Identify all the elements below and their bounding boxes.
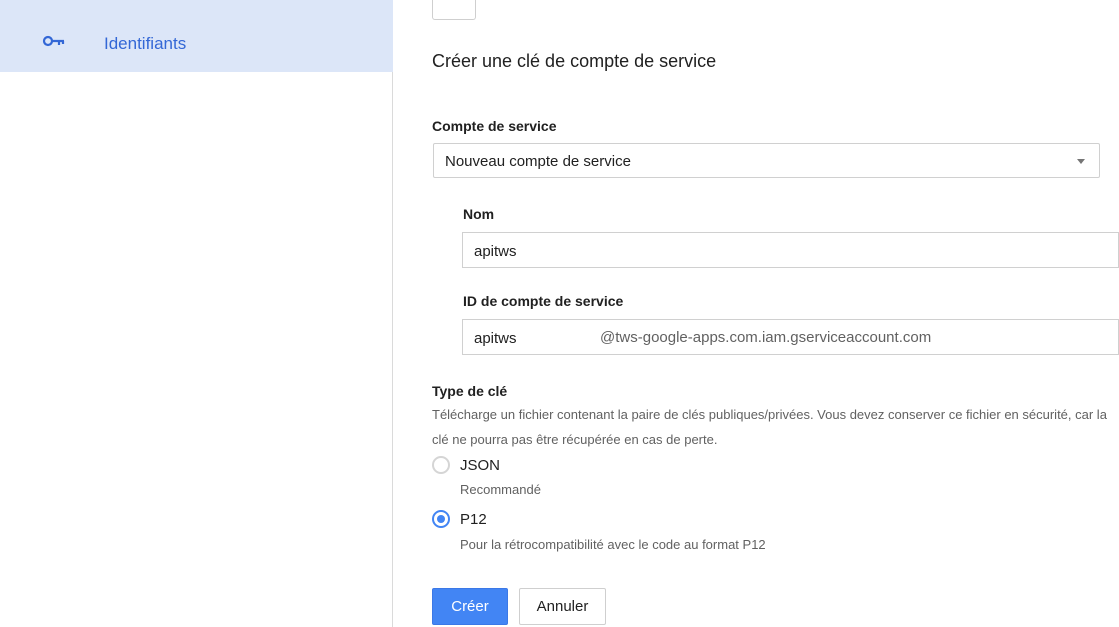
page-title: Créer une clé de compte de service — [432, 51, 717, 71]
name-input[interactable]: apitws — [462, 232, 1119, 268]
radio-p12-label: P12 — [460, 510, 487, 528]
service-account-id-value: apitws — [474, 330, 517, 347]
sidebar: Identifiants — [0, 0, 393, 627]
radio-json-button[interactable] — [432, 456, 450, 474]
top-control[interactable] — [432, 0, 476, 20]
service-account-value: Nouveau compte de service — [445, 153, 631, 170]
key-icon — [42, 34, 70, 47]
service-account-select[interactable]: Nouveau compte de service — [433, 143, 1100, 178]
dropdown-arrow-icon — [1077, 159, 1085, 164]
service-account-id-label: ID de compte de service — [463, 293, 624, 309]
create-button[interactable]: Créer — [432, 588, 508, 625]
radio-p12-sublabel: Pour la rétrocompatibilité avec le code … — [460, 537, 766, 552]
radio-json-sublabel: Recommandé — [460, 482, 541, 497]
sidebar-item-identifiants[interactable]: Identifiants — [0, 0, 393, 72]
radio-p12-button[interactable] — [432, 510, 450, 528]
cancel-button[interactable]: Annuler — [519, 588, 606, 625]
key-type-description: Télécharge un fichier contenant la paire… — [432, 407, 1107, 447]
service-account-label: Compte de service — [432, 118, 557, 134]
service-account-id-suffix: @tws-google-apps.com.iam.gserviceaccount… — [600, 329, 932, 346]
radio-json-label: JSON — [460, 456, 501, 474]
key-type-title: Type de clé — [432, 383, 508, 399]
radio-p12[interactable]: P12 — [432, 510, 487, 528]
main-content: Créer une clé de compte de service Compt… — [394, 0, 1119, 627]
radio-json[interactable]: JSON — [432, 456, 500, 474]
name-label: Nom — [463, 206, 495, 222]
sidebar-item-label: Identifiants — [104, 34, 187, 53]
service-account-id-input[interactable]: apitws @tws-google-apps.com.iam.gservice… — [462, 319, 1119, 355]
name-input-value: apitws — [474, 243, 517, 260]
